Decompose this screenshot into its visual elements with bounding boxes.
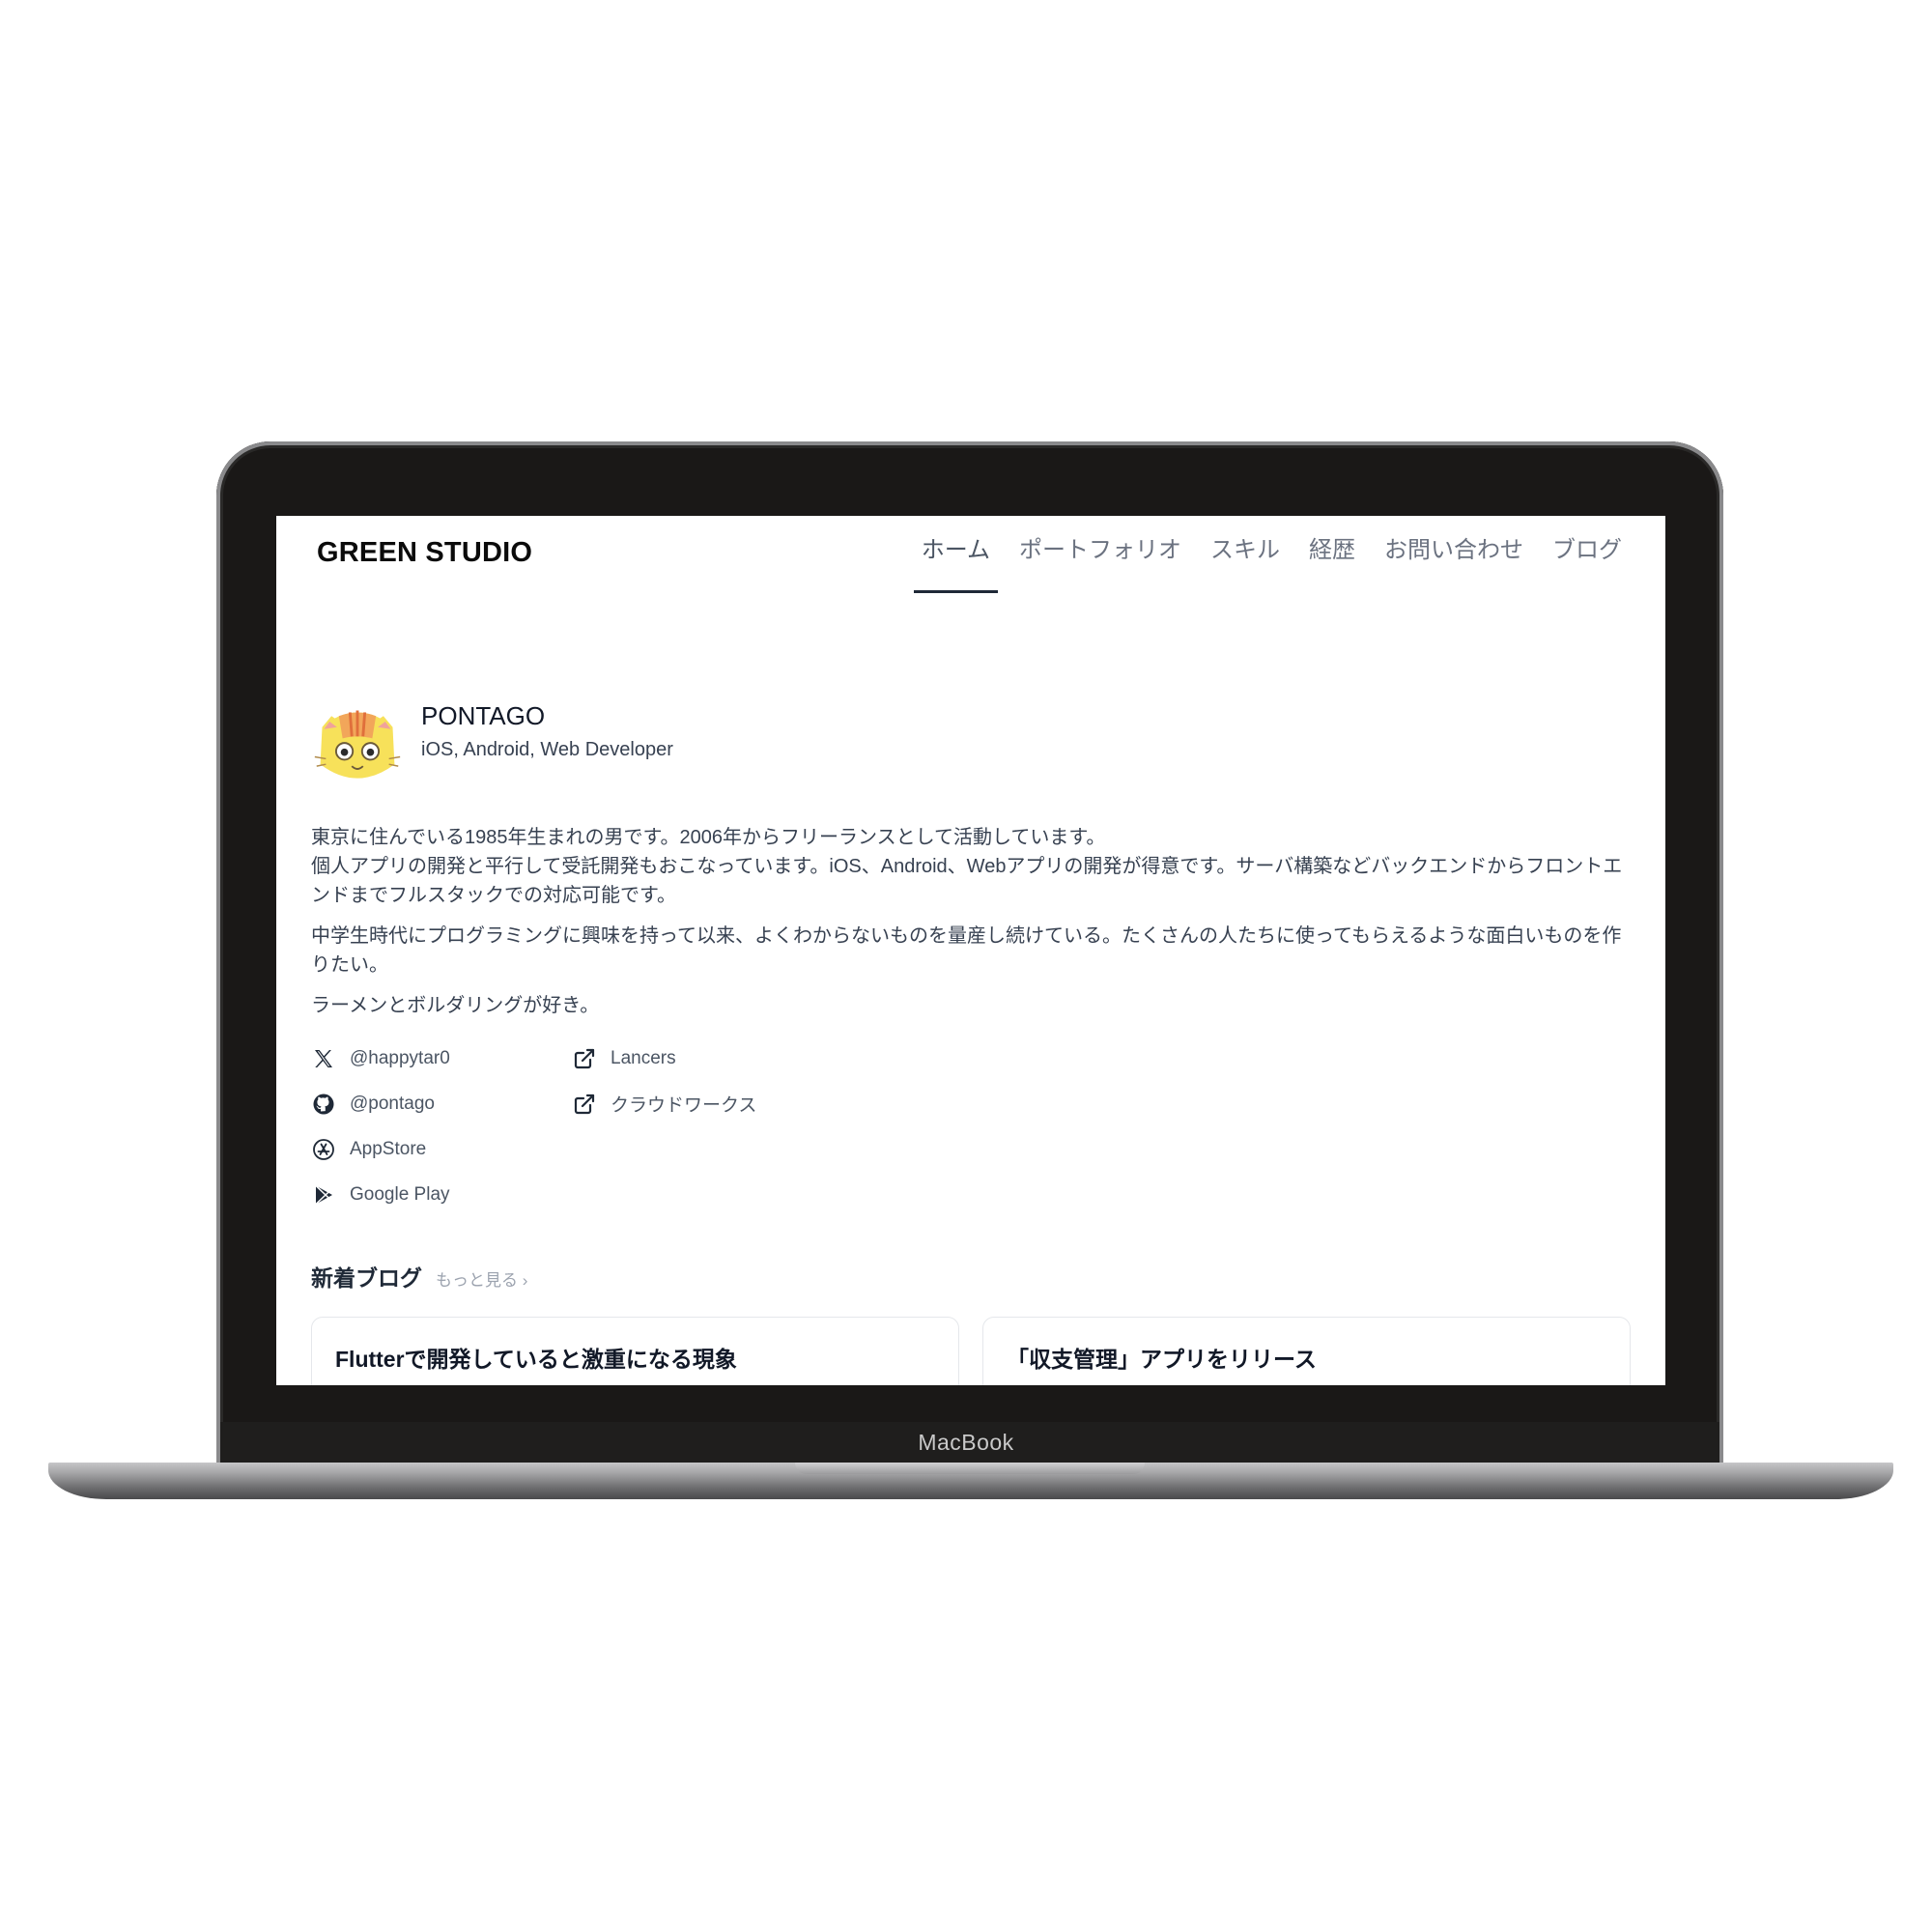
profile-text: PONTAGO iOS, Android, Web Developer — [421, 699, 673, 761]
external-link-icon — [572, 1046, 597, 1071]
cat-face-icon — [314, 710, 401, 779]
link-label: クラウドワークス — [611, 1095, 757, 1116]
link-google-play[interactable]: Google Play — [311, 1181, 572, 1208]
bio-section: 東京に住んでいる1985年生まれの男です。2006年からフリーランスとして活動し… — [311, 823, 1634, 1032]
github-icon — [311, 1092, 336, 1117]
nav-portfolio[interactable]: ポートフォリオ — [1005, 535, 1196, 589]
link-x[interactable]: @happytar0 — [311, 1045, 572, 1071]
blog-more-link[interactable]: もっと見る › — [436, 1266, 527, 1291]
site-header: GREEN STUDIO ホーム ポートフォリオ スキル 経歴 お問い合わせ ブ… — [276, 516, 1665, 593]
chevron-right-icon: › — [522, 1271, 528, 1290]
link-lancers[interactable]: Lancers — [572, 1045, 833, 1071]
nav-skills[interactable]: スキル — [1196, 535, 1294, 589]
bio-line: 東京に住んでいる1985年生まれの男です。2006年からフリーランスとして活動し… — [311, 827, 1106, 848]
laptop-hinge-notch — [795, 1463, 1145, 1474]
main-nav: ホーム ポートフォリオ スキル 経歴 お問い合わせ ブログ — [907, 535, 1636, 593]
device-brand-label: MacBook — [918, 1430, 1014, 1455]
blog-section-title: 新着ブログ — [311, 1265, 422, 1291]
link-label: Google Play — [350, 1183, 450, 1205]
profile-section: PONTAGO iOS, Android, Web Developer — [311, 699, 673, 792]
link-label: @pontago — [350, 1093, 435, 1114]
blog-header: 新着ブログ もっと見る › — [311, 1260, 527, 1293]
site-logo[interactable]: GREEN STUDIO — [317, 537, 532, 569]
browser-viewport: GREEN STUDIO ホーム ポートフォリオ スキル 経歴 お問い合わせ ブ… — [276, 516, 1665, 1385]
blog-card-title: 「収支管理」アプリをリリース — [1007, 1347, 1317, 1372]
link-label: @happytar0 — [350, 1047, 450, 1068]
link-crowdworks[interactable]: クラウドワークス — [572, 1091, 833, 1117]
nav-career[interactable]: 経歴 — [1294, 535, 1370, 589]
bio-paragraph-1: 東京に住んでいる1985年生まれの男です。2006年からフリーランスとして活動し… — [311, 823, 1634, 910]
appstore-icon — [311, 1137, 336, 1162]
profile-role: iOS, Android, Web Developer — [421, 739, 673, 760]
link-label: AppStore — [350, 1138, 427, 1159]
x-logo-icon — [311, 1046, 336, 1071]
blog-card[interactable]: Flutterで開発していると激重になる現象 — [311, 1317, 959, 1385]
nav-contact[interactable]: お問い合わせ — [1370, 535, 1538, 589]
profile-name: PONTAGO — [421, 701, 546, 730]
blog-card[interactable]: 「収支管理」アプリをリリース — [982, 1317, 1631, 1385]
blog-cards: Flutterで開発していると激重になる現象 「収支管理」アプリをリリース — [311, 1317, 1631, 1385]
google-play-icon — [311, 1182, 336, 1208]
bio-line: 個人アプリの開発と平行して受託開発もおこなっています。iOS、Android、W… — [311, 856, 1623, 906]
link-label: Lancers — [611, 1047, 676, 1068]
link-github[interactable]: @pontago — [311, 1091, 572, 1117]
link-appstore[interactable]: AppStore — [311, 1136, 572, 1162]
grid-spacer — [572, 1136, 833, 1162]
blog-more-label: もっと見る — [436, 1271, 518, 1290]
bio-paragraph-2: 中学生時代にプログラミングに興味を持って以来、よくわからないものを量産し続けてい… — [311, 925, 1622, 976]
nav-home[interactable]: ホーム — [907, 535, 1005, 593]
external-link-icon — [572, 1092, 597, 1117]
bio-paragraph-3: ラーメンとボルダリングが好き。 — [311, 995, 600, 1016]
nav-blog[interactable]: ブログ — [1538, 535, 1636, 589]
laptop-mockup: MacBook GREEN STUDIO ホーム ポートフォリオ スキル 経歴 … — [0, 0, 1932, 1932]
social-links: @happytar0 Lancers @pontago クラウドワークス App… — [311, 1045, 833, 1208]
blog-card-title: Flutterで開発していると激重になる現象 — [335, 1347, 737, 1372]
